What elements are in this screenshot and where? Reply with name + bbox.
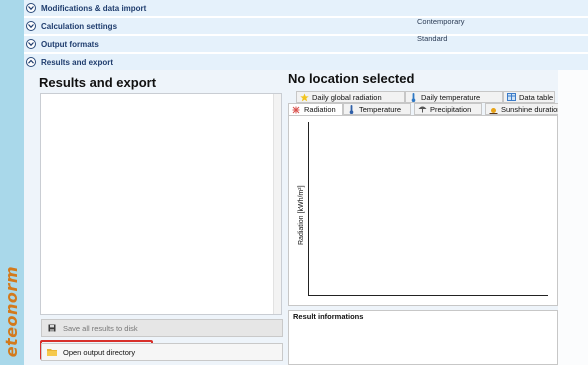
radiation-chart-area bbox=[288, 115, 558, 306]
tab-daily-temperature[interactable]: Daily temperature bbox=[405, 91, 503, 103]
thermometer-icon bbox=[408, 92, 418, 102]
output-formats-value: Standard bbox=[417, 34, 448, 43]
thermometer-icon bbox=[346, 104, 356, 114]
tab-label: Temperature bbox=[359, 104, 402, 114]
chevron-down-icon[interactable] bbox=[26, 21, 36, 31]
tab-data-table[interactable]: Data table bbox=[503, 91, 555, 103]
location-title: No location selected bbox=[288, 71, 415, 86]
tab-label: Daily temperature bbox=[421, 92, 481, 102]
tab-sunshine-duration[interactable]: Sunshine duration bbox=[485, 103, 565, 115]
tab-label: Daily global radiation bbox=[312, 92, 382, 102]
results-title: Results and export bbox=[39, 75, 157, 90]
brand-logo-text: eteonorm bbox=[2, 265, 21, 357]
right-gutter bbox=[558, 70, 588, 365]
radiation-icon bbox=[291, 106, 301, 114]
chevron-down-icon[interactable] bbox=[26, 3, 36, 13]
accordion-label: Output formats bbox=[41, 39, 99, 49]
tab-daily-global-radiation[interactable]: Daily global radiation bbox=[296, 91, 405, 103]
y-axis-label: Radiation [kWh/m²] bbox=[298, 185, 305, 245]
star-icon bbox=[299, 92, 309, 102]
chevron-down-icon[interactable] bbox=[26, 39, 36, 49]
y-axis bbox=[308, 122, 309, 296]
tab-temperature[interactable]: Temperature bbox=[343, 103, 411, 115]
tab-precipitation[interactable]: Precipitation bbox=[414, 103, 482, 115]
save-all-results-label: Save all results to disk bbox=[63, 323, 138, 333]
x-axis bbox=[308, 295, 548, 296]
tab-label: Radiation bbox=[304, 105, 336, 114]
result-informations-label: Result informations bbox=[293, 312, 364, 321]
result-informations-panel: Result informations bbox=[288, 310, 558, 365]
results-list[interactable] bbox=[40, 93, 282, 315]
results-list-scrollbar[interactable] bbox=[273, 94, 281, 314]
accordion-label: Calculation settings bbox=[41, 21, 118, 31]
calculation-settings-value: Contemporary bbox=[417, 17, 465, 26]
tab-label: Precipitation bbox=[430, 104, 472, 114]
sun-icon bbox=[488, 105, 498, 114]
umbrella-icon bbox=[417, 105, 427, 113]
table-icon bbox=[506, 93, 516, 101]
accordion-modifications-data-import[interactable]: Modifications & data import bbox=[24, 0, 588, 17]
tab-label: Sunshine duration bbox=[501, 104, 562, 114]
save-all-results-button[interactable]: Save all results to disk bbox=[41, 319, 283, 337]
accordion-label: Modifications & data import bbox=[41, 3, 147, 13]
accordion-output-formats[interactable]: Output formats Standard bbox=[24, 34, 588, 53]
accordion-results-and-export[interactable]: Results and export bbox=[24, 54, 588, 71]
accordion-label: Results and export bbox=[41, 57, 114, 67]
tab-label: Data table bbox=[519, 92, 554, 102]
disk-icon bbox=[45, 324, 59, 332]
brand-strip: eteonorm bbox=[0, 0, 24, 365]
chevron-up-icon[interactable] bbox=[26, 57, 36, 67]
open-output-directory-label: Open output directory bbox=[63, 347, 136, 357]
folder-icon bbox=[45, 348, 59, 356]
accordion-calculation-settings[interactable]: Calculation settings Contemporary bbox=[24, 17, 588, 35]
results-panel: Results and export Save all results to d… bbox=[24, 70, 588, 365]
open-output-directory-button[interactable]: Open output directory bbox=[41, 343, 283, 361]
